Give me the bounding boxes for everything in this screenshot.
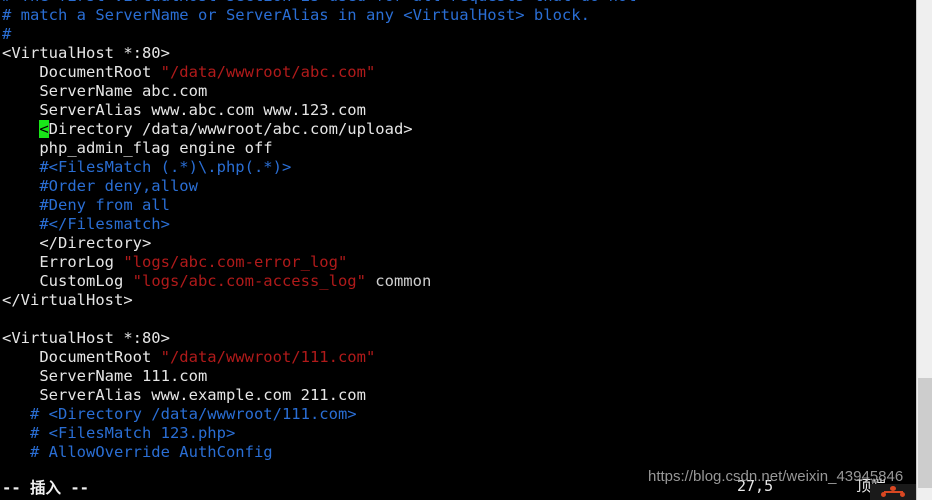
editor-line[interactable]: ServerAlias www.abc.com www.123.com <box>0 101 916 120</box>
code-token: # match a ServerName or ServerAlias in a… <box>2 6 590 24</box>
code-token: # <Directory /data/wwwroot/111.com> <box>2 405 357 423</box>
code-token: DocumentRoot <box>2 348 161 366</box>
editor-line[interactable]: #<FilesMatch (.*)\.php(.*)> <box>0 158 916 177</box>
code-token: <VirtualHost *:80> <box>2 44 170 62</box>
editor-line[interactable]: ErrorLog "logs/abc.com-error_log" <box>0 253 916 272</box>
code-token: Directory /data/wwwroot/abc.com/upload> <box>48 120 413 138</box>
code-token: CustomLog <box>2 272 133 290</box>
editor-line[interactable]: </VirtualHost> <box>0 291 916 310</box>
code-token: ServerName abc.com <box>2 82 208 100</box>
code-token: DocumentRoot <box>2 63 161 81</box>
code-token: "logs/abc.com-access_log" <box>132 272 366 290</box>
code-token: <VirtualHost *:80> <box>2 329 170 347</box>
scrollbar-thumb[interactable] <box>918 378 932 488</box>
editor-line[interactable]: php_admin_flag engine off <box>0 139 916 158</box>
code-token: ServerName 111.com <box>2 367 208 385</box>
editor-line[interactable]: DocumentRoot "/data/wwwroot/111.com" <box>0 348 916 367</box>
editor-line[interactable]: ServerName 111.com <box>0 367 916 386</box>
code-token: ErrorLog <box>2 253 124 271</box>
code-token: "/data/wwwroot/abc.com" <box>160 63 376 81</box>
code-token: # The first VirtualHost section is used … <box>2 0 637 5</box>
text-cursor: < <box>39 120 49 138</box>
code-token: </VirtualHost> <box>2 291 133 309</box>
vim-text-buffer[interactable]: # The first VirtualHost section is used … <box>0 0 916 462</box>
code-token: #Deny from all <box>2 196 170 214</box>
editor-line[interactable]: <VirtualHost *:80> <box>0 44 916 63</box>
editor-line[interactable]: # <box>0 25 916 44</box>
csdn-logo-icon <box>870 484 916 500</box>
editor-line[interactable]: CustomLog "logs/abc.com-access_log" comm… <box>0 272 916 291</box>
editor-line[interactable]: <Directory /data/wwwroot/abc.com/upload> <box>0 120 916 139</box>
editor-line[interactable]: ServerAlias www.example.com 211.com <box>0 386 916 405</box>
editor-line[interactable]: #Order deny,allow <box>0 177 916 196</box>
terminal-window[interactable]: # The first VirtualHost section is used … <box>0 0 916 500</box>
editor-line[interactable]: <VirtualHost *:80> <box>0 329 916 348</box>
editor-line[interactable] <box>0 310 916 329</box>
editor-line[interactable]: #Deny from all <box>0 196 916 215</box>
code-token: </Directory> <box>2 234 152 252</box>
code-token: ServerAlias www.abc.com www.123.com <box>2 101 366 119</box>
editor-line[interactable]: # <Directory /data/wwwroot/111.com> <box>0 405 916 424</box>
vim-status-line: -- 插入 -- 27,5 顶端 <box>0 476 916 500</box>
code-token: # <FilesMatch 123.php> <box>2 424 236 442</box>
vim-mode-indicator: -- 插入 -- <box>2 479 89 497</box>
editor-line[interactable]: # <FilesMatch 123.php> <box>0 424 916 443</box>
code-token: "/data/wwwroot/111.com" <box>160 348 376 366</box>
editor-line[interactable]: DocumentRoot "/data/wwwroot/abc.com" <box>0 63 916 82</box>
vertical-scrollbar[interactable] <box>916 0 932 500</box>
code-token: "logs/abc.com-error_log" <box>123 253 348 271</box>
code-token: #</Filesmatch> <box>2 215 170 233</box>
code-token: # AllowOverride AuthConfig <box>2 443 273 461</box>
code-token: common <box>365 272 432 290</box>
editor-line[interactable]: #</Filesmatch> <box>0 215 916 234</box>
editor-line[interactable]: # match a ServerName or ServerAlias in a… <box>0 6 916 25</box>
code-token: #<FilesMatch (.*)\.php(.*)> <box>2 158 292 176</box>
code-token: #Order deny,allow <box>2 177 198 195</box>
code-token: # <box>2 25 12 43</box>
code-token: php_admin_flag engine off <box>2 139 273 157</box>
editor-line[interactable]: ServerName abc.com <box>0 82 916 101</box>
cursor-position-ruler: 27,5 <box>737 477 774 495</box>
code-token: ServerAlias www.example.com 211.com <box>2 386 366 404</box>
editor-line[interactable]: # AllowOverride AuthConfig <box>0 443 916 462</box>
editor-line[interactable]: </Directory> <box>0 234 916 253</box>
